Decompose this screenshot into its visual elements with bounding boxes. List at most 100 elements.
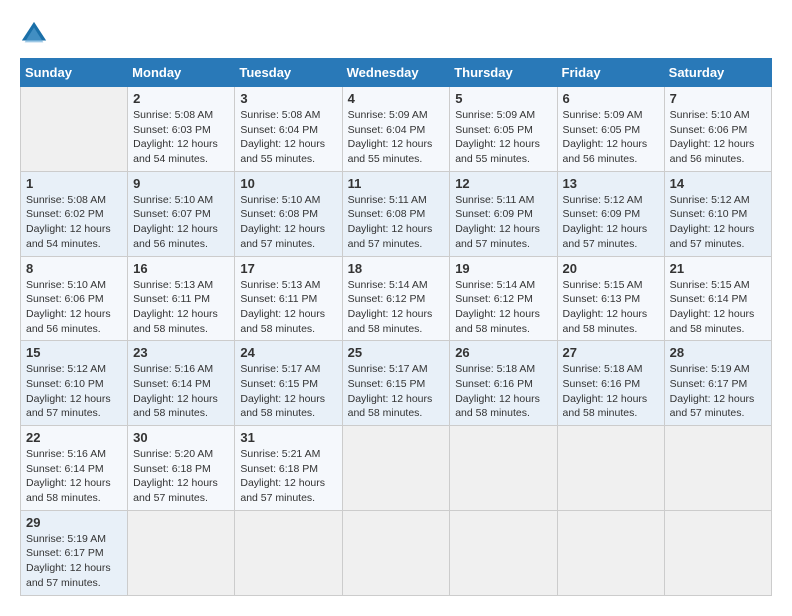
calendar-cell: 6 Sunrise: 5:09 AM Sunset: 6:05 PM Daylig… (557, 87, 664, 172)
calendar-cell: 4 Sunrise: 5:09 AM Sunset: 6:04 PM Daylig… (342, 87, 450, 172)
day-detail: Sunrise: 5:14 AM Sunset: 6:12 PM Dayligh… (348, 278, 445, 337)
day-header: Saturday (664, 59, 771, 87)
day-detail: Sunrise: 5:12 AM Sunset: 6:10 PM Dayligh… (26, 362, 122, 421)
day-detail: Sunrise: 5:10 AM Sunset: 6:07 PM Dayligh… (133, 193, 229, 252)
calendar-week-row: 15 Sunrise: 5:12 AM Sunset: 6:10 PM Dayli… (21, 341, 772, 426)
calendar-cell: 19 Sunrise: 5:14 AM Sunset: 6:12 PM Dayli… (450, 256, 557, 341)
calendar-week-row: 29 Sunrise: 5:19 AM Sunset: 6:17 PM Dayli… (21, 510, 772, 595)
calendar-cell: 21 Sunrise: 5:15 AM Sunset: 6:14 PM Dayli… (664, 256, 771, 341)
calendar-cell: 5Sunrise: 5:09 AM Sunset: 6:05 PM Daylig… (450, 87, 557, 172)
calendar-cell: 16 Sunrise: 5:13 AM Sunset: 6:11 PM Dayli… (128, 256, 235, 341)
day-detail: Sunrise: 5:12 AM Sunset: 6:10 PM Dayligh… (670, 193, 766, 252)
day-header: Thursday (450, 59, 557, 87)
calendar-cell (450, 426, 557, 511)
calendar-cell: 18 Sunrise: 5:14 AM Sunset: 6:12 PM Dayli… (342, 256, 450, 341)
day-number: 1 (26, 176, 122, 191)
day-detail: Sunrise: 5:19 AM Sunset: 6:17 PM Dayligh… (26, 532, 122, 591)
day-detail: Sunrise: 5:21 AM Sunset: 6:18 PM Dayligh… (240, 447, 336, 506)
calendar-cell: 7Sunrise: 5:10 AM Sunset: 6:06 PM Daylig… (664, 87, 771, 172)
calendar-cell (342, 510, 450, 595)
day-detail: Sunrise: 5:09 AM Sunset: 6:05 PM Dayligh… (563, 108, 659, 167)
day-number: 17 (240, 261, 336, 276)
day-number: 25 (348, 345, 445, 360)
calendar-cell: 3 Sunrise: 5:08 AM Sunset: 6:04 PM Daylig… (235, 87, 342, 172)
day-number: 31 (240, 430, 336, 445)
day-number: 21 (670, 261, 766, 276)
day-number: 6 (563, 91, 659, 106)
calendar-table: SundayMondayTuesdayWednesdayThursdayFrid… (20, 58, 772, 596)
calendar-cell: 26Sunrise: 5:18 AM Sunset: 6:16 PM Dayli… (450, 341, 557, 426)
day-number: 14 (670, 176, 766, 191)
calendar-cell: 13 Sunrise: 5:12 AM Sunset: 6:09 PM Dayli… (557, 171, 664, 256)
day-detail: Sunrise: 5:19 AM Sunset: 6:17 PM Dayligh… (670, 362, 766, 421)
day-number: 27 (563, 345, 659, 360)
calendar-cell: 31 Sunrise: 5:21 AM Sunset: 6:18 PM Dayli… (235, 426, 342, 511)
calendar-cell: 27Sunrise: 5:18 AM Sunset: 6:16 PM Dayli… (557, 341, 664, 426)
day-detail: Sunrise: 5:11 AM Sunset: 6:08 PM Dayligh… (348, 193, 445, 252)
day-number: 15 (26, 345, 122, 360)
day-number: 10 (240, 176, 336, 191)
calendar-cell: 14 Sunrise: 5:12 AM Sunset: 6:10 PM Dayli… (664, 171, 771, 256)
day-detail: Sunrise: 5:13 AM Sunset: 6:11 PM Dayligh… (133, 278, 229, 337)
day-number: 24 (240, 345, 336, 360)
day-detail: Sunrise: 5:09 AM Sunset: 6:04 PM Dayligh… (348, 108, 445, 167)
day-number: 16 (133, 261, 229, 276)
calendar-body: 2 Sunrise: 5:08 AM Sunset: 6:03 PM Daylig… (21, 87, 772, 596)
calendar-cell: 10Sunrise: 5:10 AM Sunset: 6:08 PM Dayli… (235, 171, 342, 256)
day-number: 20 (563, 261, 659, 276)
day-detail: Sunrise: 5:16 AM Sunset: 6:14 PM Dayligh… (26, 447, 122, 506)
day-number: 7 (670, 91, 766, 106)
calendar-cell (235, 510, 342, 595)
calendar-cell (128, 510, 235, 595)
calendar-cell (664, 426, 771, 511)
day-detail: Sunrise: 5:10 AM Sunset: 6:06 PM Dayligh… (26, 278, 122, 337)
day-number: 28 (670, 345, 766, 360)
day-number: 9 (133, 176, 229, 191)
day-detail: Sunrise: 5:18 AM Sunset: 6:16 PM Dayligh… (455, 362, 551, 421)
day-detail: Sunrise: 5:15 AM Sunset: 6:14 PM Dayligh… (670, 278, 766, 337)
calendar-cell: 15 Sunrise: 5:12 AM Sunset: 6:10 PM Dayli… (21, 341, 128, 426)
day-number: 13 (563, 176, 659, 191)
day-detail: Sunrise: 5:08 AM Sunset: 6:02 PM Dayligh… (26, 193, 122, 252)
day-number: 22 (26, 430, 122, 445)
day-detail: Sunrise: 5:20 AM Sunset: 6:18 PM Dayligh… (133, 447, 229, 506)
day-detail: Sunrise: 5:08 AM Sunset: 6:03 PM Dayligh… (133, 108, 229, 167)
day-number: 3 (240, 91, 336, 106)
day-detail: Sunrise: 5:14 AM Sunset: 6:12 PM Dayligh… (455, 278, 551, 337)
day-header: Sunday (21, 59, 128, 87)
calendar-cell (557, 510, 664, 595)
day-header: Tuesday (235, 59, 342, 87)
calendar-week-row: 1 Sunrise: 5:08 AM Sunset: 6:02 PM Daylig… (21, 171, 772, 256)
logo (20, 20, 52, 48)
day-header: Wednesday (342, 59, 450, 87)
calendar-cell: 29 Sunrise: 5:19 AM Sunset: 6:17 PM Dayli… (21, 510, 128, 595)
calendar-cell: 24Sunrise: 5:17 AM Sunset: 6:15 PM Dayli… (235, 341, 342, 426)
day-detail: Sunrise: 5:13 AM Sunset: 6:11 PM Dayligh… (240, 278, 336, 337)
day-number: 23 (133, 345, 229, 360)
day-detail: Sunrise: 5:17 AM Sunset: 6:15 PM Dayligh… (348, 362, 445, 421)
logo-icon (20, 20, 48, 48)
calendar-week-row: 2 Sunrise: 5:08 AM Sunset: 6:03 PM Daylig… (21, 87, 772, 172)
calendar-cell: 22 Sunrise: 5:16 AM Sunset: 6:14 PM Dayli… (21, 426, 128, 511)
day-detail: Sunrise: 5:16 AM Sunset: 6:14 PM Dayligh… (133, 362, 229, 421)
day-number: 12 (455, 176, 551, 191)
calendar-cell: 2 Sunrise: 5:08 AM Sunset: 6:03 PM Daylig… (128, 87, 235, 172)
calendar-cell: 23 Sunrise: 5:16 AM Sunset: 6:14 PM Dayli… (128, 341, 235, 426)
calendar-cell: 28 Sunrise: 5:19 AM Sunset: 6:17 PM Dayli… (664, 341, 771, 426)
day-number: 29 (26, 515, 122, 530)
day-detail: Sunrise: 5:11 AM Sunset: 6:09 PM Dayligh… (455, 193, 551, 252)
page-header (20, 20, 772, 48)
day-number: 11 (348, 176, 445, 191)
calendar-cell (21, 87, 128, 172)
day-header: Friday (557, 59, 664, 87)
calendar-week-row: 8Sunrise: 5:10 AM Sunset: 6:06 PM Daylig… (21, 256, 772, 341)
calendar-cell: 1 Sunrise: 5:08 AM Sunset: 6:02 PM Daylig… (21, 171, 128, 256)
day-number: 19 (455, 261, 551, 276)
day-number: 4 (348, 91, 445, 106)
calendar-cell (450, 510, 557, 595)
day-number: 18 (348, 261, 445, 276)
day-detail: Sunrise: 5:12 AM Sunset: 6:09 PM Dayligh… (563, 193, 659, 252)
calendar-cell: 25 Sunrise: 5:17 AM Sunset: 6:15 PM Dayli… (342, 341, 450, 426)
day-detail: Sunrise: 5:08 AM Sunset: 6:04 PM Dayligh… (240, 108, 336, 167)
day-number: 2 (133, 91, 229, 106)
